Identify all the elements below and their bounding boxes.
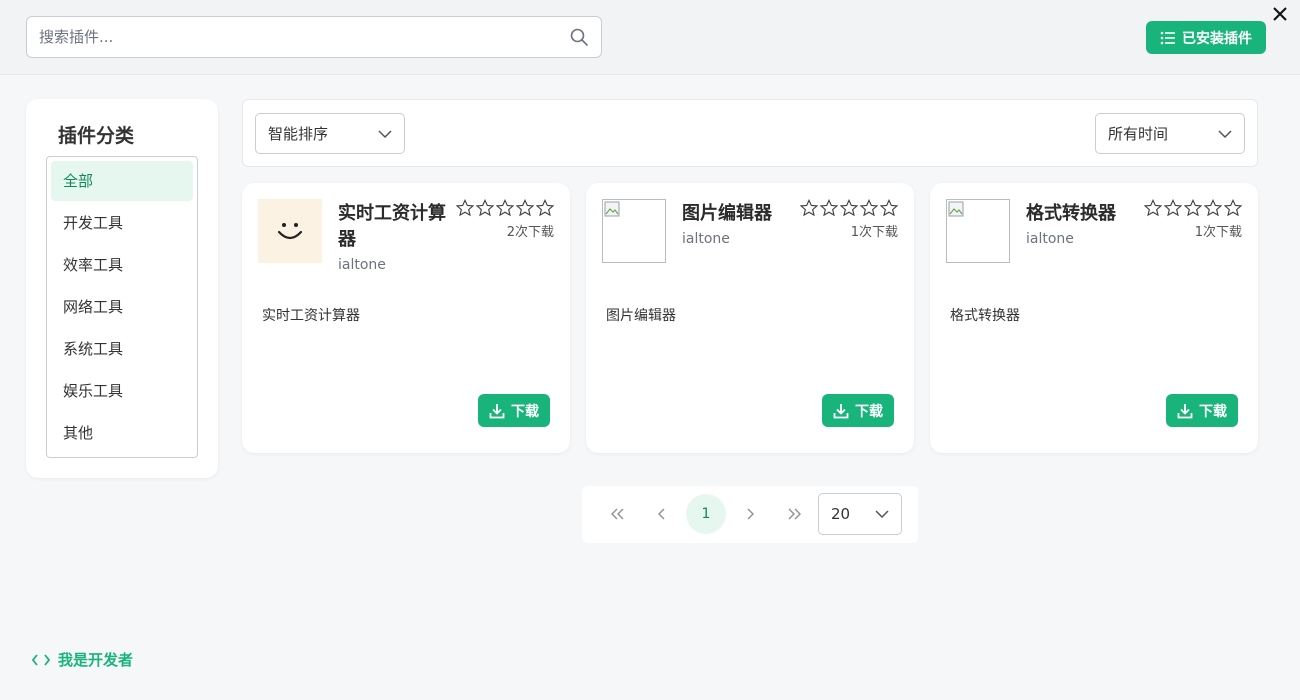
- search-box[interactable]: [26, 16, 602, 58]
- category-item-other[interactable]: 其他: [51, 413, 193, 453]
- chevron-down-icon: [1218, 129, 1232, 138]
- page-button-current[interactable]: 1: [686, 494, 726, 534]
- double-chevron-right-icon: [788, 508, 801, 520]
- category-item-system[interactable]: 系统工具: [51, 329, 193, 369]
- prev-page-button[interactable]: [642, 494, 682, 534]
- star-icon[interactable]: [1144, 199, 1162, 217]
- close-button[interactable]: [1268, 2, 1292, 26]
- plugin-card[interactable]: 格式转换器 ialtone 1次下载 格式转换器 下载: [930, 183, 1258, 453]
- download-label: 下载: [1199, 403, 1227, 420]
- broken-image-icon: [948, 201, 964, 217]
- category-panel: 插件分类 全部 开发工具 效率工具 网络工具 系统工具 娱乐工具 其他: [26, 99, 218, 478]
- download-button[interactable]: 下载: [478, 394, 550, 427]
- code-icon: [32, 653, 50, 666]
- chevron-left-icon: [658, 508, 665, 520]
- developer-link[interactable]: 我是开发者: [32, 649, 133, 670]
- plugin-thumbnail: [258, 199, 322, 263]
- download-button[interactable]: 下载: [822, 394, 894, 427]
- star-icon[interactable]: [880, 199, 898, 217]
- category-item-dev-tools[interactable]: 开发工具: [51, 203, 193, 243]
- category-item-productivity[interactable]: 效率工具: [51, 245, 193, 285]
- category-list: 全部 开发工具 效率工具 网络工具 系统工具 娱乐工具 其他: [46, 156, 198, 458]
- plugin-description: 实时工资计算器: [262, 308, 360, 324]
- rating-stars[interactable]: [800, 199, 898, 217]
- time-value: 所有时间: [1108, 125, 1169, 143]
- category-item-all[interactable]: 全部: [51, 161, 193, 201]
- filter-bar: 智能排序 所有时间: [242, 99, 1258, 167]
- rating-stars[interactable]: [1144, 199, 1242, 217]
- star-icon[interactable]: [496, 199, 514, 217]
- installed-plugins-label: 已安装插件: [1182, 30, 1252, 47]
- star-icon[interactable]: [536, 199, 554, 217]
- download-label: 下载: [855, 403, 883, 420]
- plugin-description: 图片编辑器: [606, 308, 676, 324]
- star-icon[interactable]: [516, 199, 534, 217]
- plugin-author: ialtone: [338, 257, 386, 273]
- plugin-card[interactable]: 图片编辑器 ialtone 1次下载 图片编辑器 下载: [586, 183, 914, 453]
- download-count: 1次下载: [1194, 225, 1242, 240]
- search-icon[interactable]: [569, 27, 589, 47]
- star-icon[interactable]: [1164, 199, 1182, 217]
- star-icon[interactable]: [820, 199, 838, 217]
- plugin-name: 格式转换器: [1026, 203, 1116, 224]
- download-icon: [833, 403, 849, 418]
- next-page-button[interactable]: [730, 494, 770, 534]
- page-size-select[interactable]: 20: [818, 493, 902, 535]
- star-icon[interactable]: [800, 199, 818, 217]
- category-item-network[interactable]: 网络工具: [51, 287, 193, 327]
- plugin-author: ialtone: [1026, 231, 1074, 247]
- search-input[interactable]: [39, 28, 569, 46]
- category-title: 插件分类: [58, 125, 135, 147]
- developer-label: 我是开发者: [58, 651, 134, 669]
- download-count: 2次下载: [506, 225, 554, 240]
- star-icon[interactable]: [860, 199, 878, 217]
- download-count: 1次下载: [850, 225, 898, 240]
- plugin-name: 实时工资计算器: [338, 203, 446, 250]
- top-bar: 已安装插件: [0, 0, 1300, 75]
- category-item-entertainment[interactable]: 娱乐工具: [51, 371, 193, 411]
- chevron-down-icon: [378, 129, 392, 138]
- pagination: 1 20: [582, 486, 918, 543]
- plugin-thumbnail: [946, 199, 1010, 263]
- chevron-down-icon: [875, 510, 889, 518]
- page-size-value: 20: [831, 505, 851, 523]
- close-icon: [1273, 7, 1287, 21]
- time-select[interactable]: 所有时间: [1095, 113, 1245, 154]
- sort-select[interactable]: 智能排序: [255, 113, 405, 154]
- plugin-description: 格式转换器: [950, 308, 1020, 324]
- chevron-right-icon: [747, 508, 754, 520]
- list-icon: [1160, 31, 1175, 44]
- star-icon[interactable]: [840, 199, 858, 217]
- installed-plugins-button[interactable]: 已安装插件: [1146, 21, 1266, 54]
- star-icon[interactable]: [456, 199, 474, 217]
- star-icon[interactable]: [1184, 199, 1202, 217]
- smile-icon: [277, 223, 303, 240]
- plugin-author: ialtone: [682, 231, 730, 247]
- last-page-button[interactable]: [774, 494, 814, 534]
- download-icon: [1177, 403, 1193, 418]
- star-icon[interactable]: [1224, 199, 1242, 217]
- sort-value: 智能排序: [268, 125, 329, 143]
- download-button[interactable]: 下载: [1166, 394, 1238, 427]
- star-icon[interactable]: [1204, 199, 1222, 217]
- double-chevron-left-icon: [611, 508, 624, 520]
- rating-stars[interactable]: [456, 199, 554, 217]
- first-page-button[interactable]: [598, 494, 638, 534]
- broken-image-icon: [604, 201, 620, 217]
- plugin-name: 图片编辑器: [682, 203, 772, 224]
- plugin-card[interactable]: 实时工资计算器 ialtone 2次下载 实时工资计算器 下载: [242, 183, 570, 453]
- download-icon: [489, 403, 505, 418]
- download-label: 下载: [511, 403, 539, 420]
- star-icon[interactable]: [476, 199, 494, 217]
- plugin-thumbnail: [602, 199, 666, 263]
